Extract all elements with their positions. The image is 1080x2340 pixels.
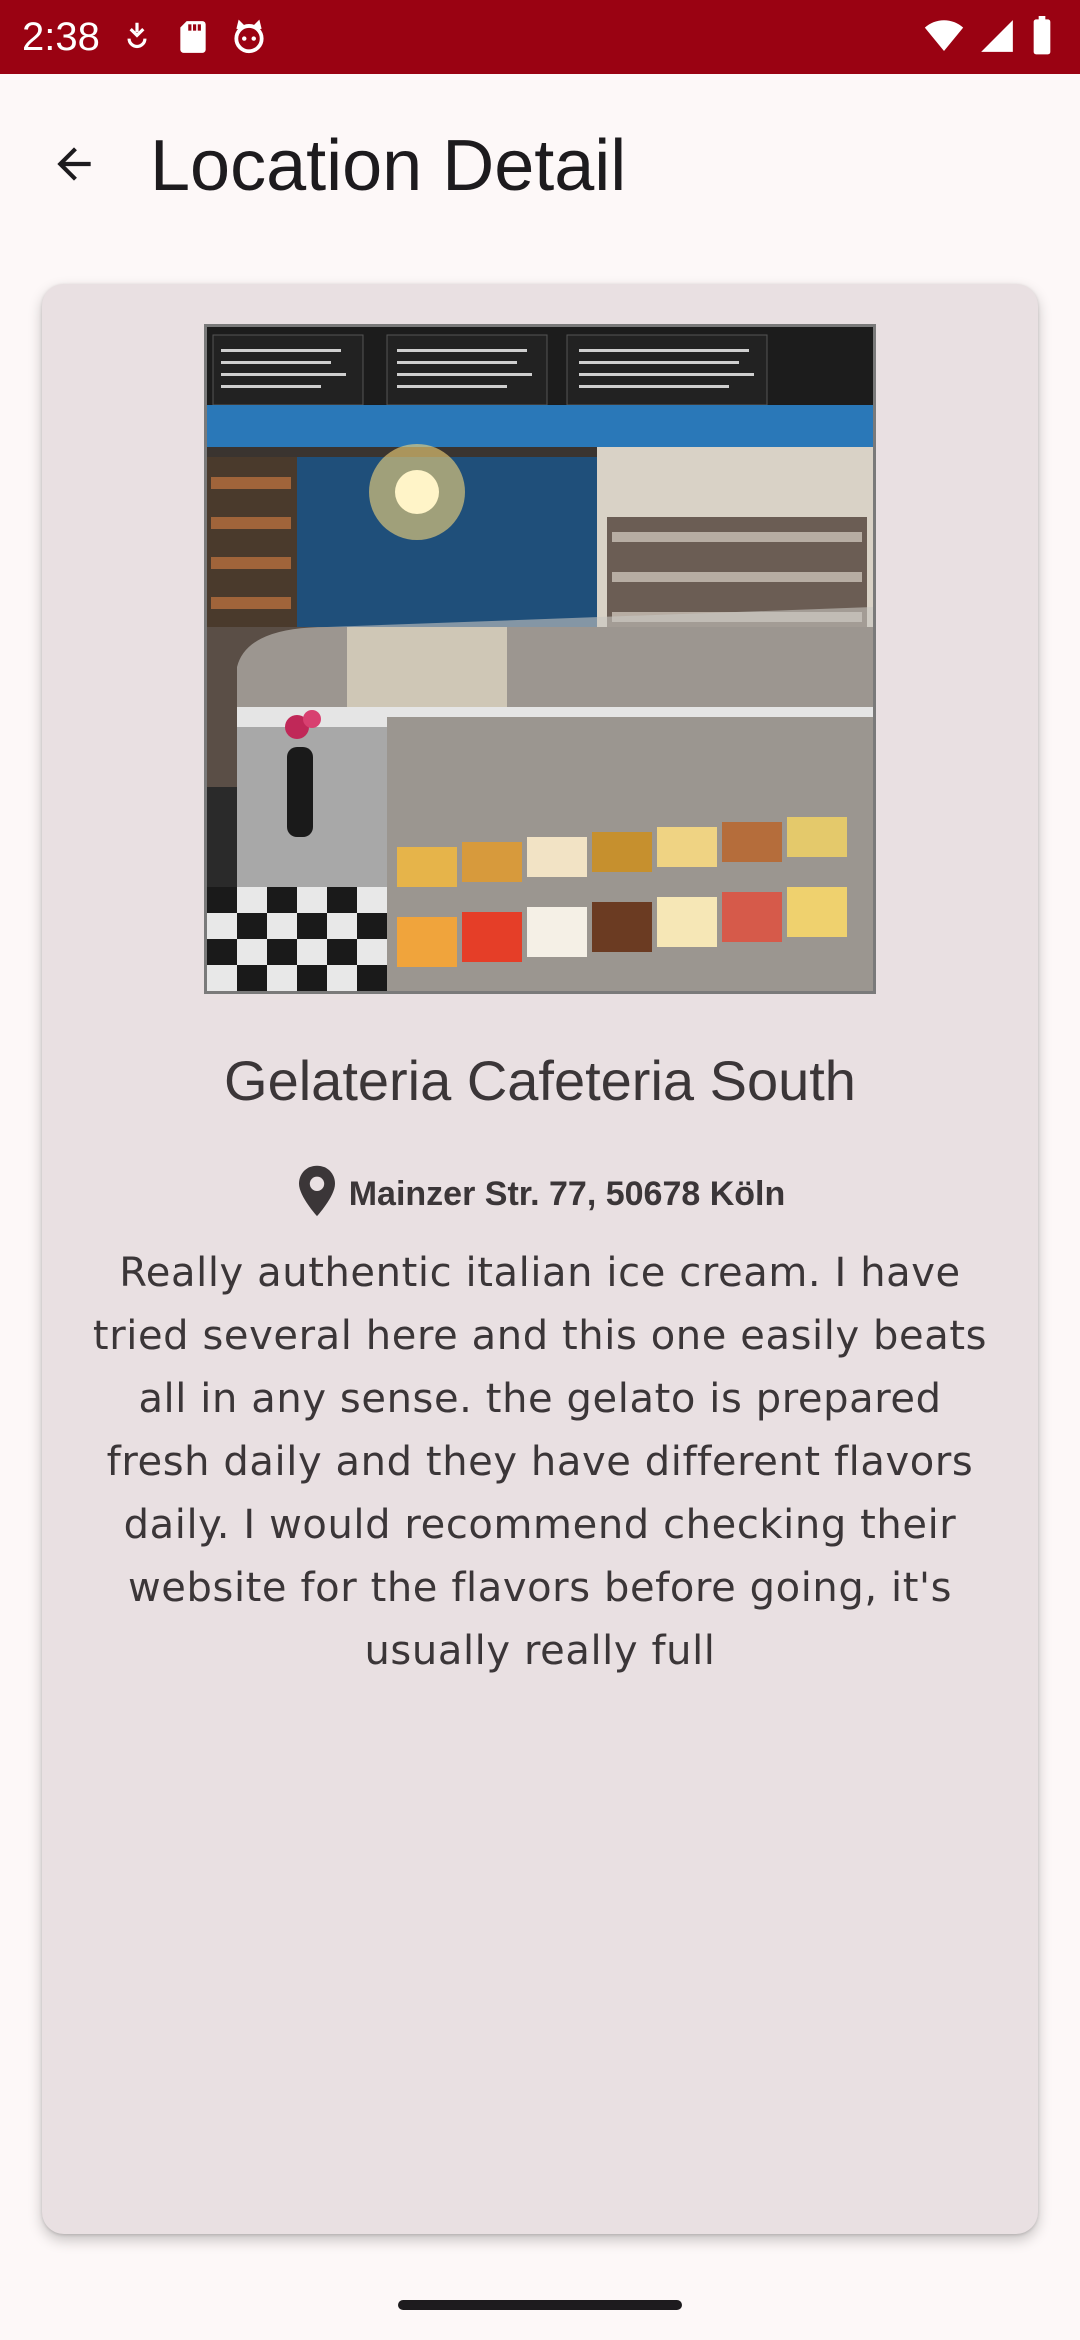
sd-card-icon [174,18,212,56]
page-title: Location Detail [150,126,627,206]
status-notification-icons [118,18,268,56]
location-photo [204,324,876,994]
home-indicator[interactable] [398,2300,682,2310]
status-time: 2:38 [22,15,100,59]
location-name: Gelateria Cafeteria South [224,1049,856,1112]
data-saver-icon [118,18,156,56]
status-bar: 2:38 [0,0,1080,74]
signal-icon [978,17,1016,60]
location-description: Really authentic italian ice cream. I ha… [92,1250,988,1674]
location-card: Gelateria Cafeteria South Mainzer Str. 7… [42,284,1038,2234]
top-app-bar: Location Detail [0,74,1080,264]
location-address: Mainzer Str. 77, 50678 Köln [348,1174,786,1213]
cat-face-icon [230,18,268,56]
arrow-back-icon [49,139,99,194]
back-button[interactable] [34,126,114,206]
status-system-icons [924,16,1054,61]
address-row: Mainzer Str. 77, 50678 Köln [42,1164,1038,1223]
location-pin-icon [295,1164,339,1223]
wifi-icon [924,16,964,61]
battery-icon [1030,16,1054,61]
